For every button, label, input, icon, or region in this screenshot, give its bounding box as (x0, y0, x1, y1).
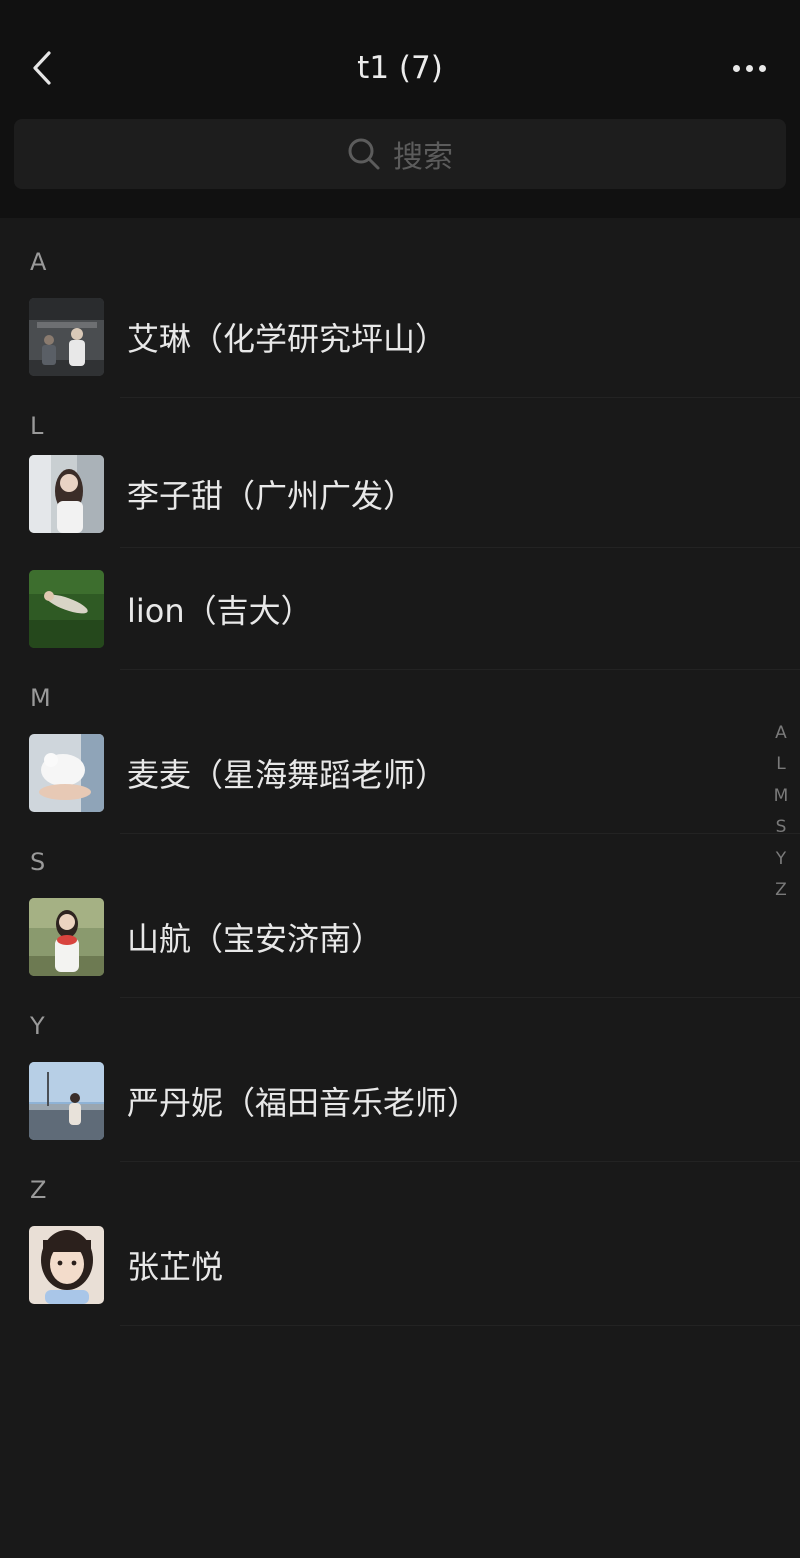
avatar (29, 455, 104, 533)
contact-list: A 艾琳（化学研究坪山） L 李子甜（广州广发） lion（吉大） M 麦麦（星… (0, 218, 800, 1326)
divider (120, 833, 800, 834)
avatar (29, 898, 104, 976)
avatar (29, 570, 104, 648)
more-dots-icon (758, 64, 766, 72)
contact-row[interactable]: lion（吉大） (0, 548, 800, 670)
search-placeholder: 搜索 (393, 140, 453, 175)
page-title: t1 (7) (357, 50, 443, 86)
contact-name: lion（吉大） (127, 592, 313, 630)
alphabet-index: A L M S Y Z (768, 718, 794, 906)
contact-row[interactable]: 艾琳（化学研究坪山） (0, 276, 800, 398)
header-bar: t1 (7) 搜索 (0, 0, 800, 218)
section-header-l: L (30, 412, 44, 440)
divider (120, 997, 800, 998)
contact-row[interactable]: 严丹妮（福田音乐老师） (0, 1040, 800, 1162)
index-letter-l[interactable]: L (776, 749, 785, 780)
divider (120, 1325, 800, 1326)
contact-row[interactable]: 李子甜（广州广发） (0, 440, 800, 548)
contact-name: 严丹妮（福田音乐老师） (127, 1084, 480, 1122)
contact-row[interactable]: 山航（宝安济南） (0, 876, 800, 998)
contact-name: 山航（宝安济南） (127, 920, 384, 958)
avatar (29, 1062, 104, 1140)
index-letter-m[interactable]: M (774, 781, 789, 812)
more-dots-icon (732, 64, 740, 72)
more-button[interactable] (724, 48, 774, 88)
search-icon (348, 138, 380, 170)
contact-name: 艾琳（化学研究坪山） (127, 320, 448, 358)
contact-name: 李子甜（广州广发） (127, 477, 416, 515)
index-letter-s[interactable]: S (776, 812, 787, 843)
section-header-y: Y (30, 1012, 45, 1040)
index-letter-y[interactable]: Y (776, 844, 786, 875)
avatar (29, 734, 104, 812)
index-letter-a[interactable]: A (775, 718, 787, 749)
section-header-s: S (30, 848, 46, 876)
section-header-m: M (30, 684, 51, 712)
contact-name: 张芷悦 (127, 1248, 224, 1286)
avatar (29, 298, 104, 376)
section-header-a: A (30, 248, 47, 276)
contact-row[interactable]: 麦麦（星海舞蹈老师） (0, 712, 800, 834)
contact-row[interactable]: 张芷悦 (0, 1204, 800, 1326)
contact-name: 麦麦（星海舞蹈老师） (127, 756, 448, 794)
section-header-z: Z (30, 1176, 47, 1204)
index-letter-z[interactable]: Z (775, 875, 787, 906)
search-bar[interactable]: 搜索 (14, 119, 786, 189)
avatar (29, 1226, 104, 1304)
more-dots-icon (745, 64, 753, 72)
divider (120, 397, 800, 398)
divider (120, 1161, 800, 1162)
divider (120, 669, 800, 670)
